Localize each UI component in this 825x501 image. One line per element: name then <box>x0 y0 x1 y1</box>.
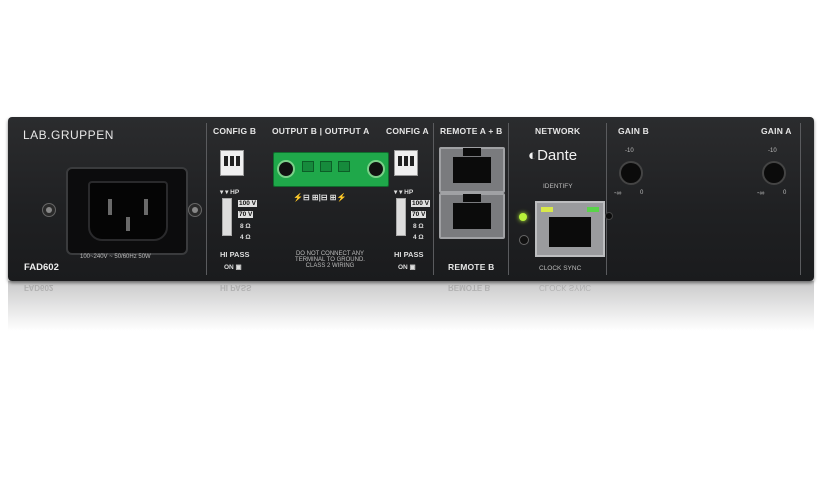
divider <box>508 123 509 275</box>
power-rating: 100~240V ~ 50/60Hz 50W <box>80 254 151 260</box>
reflection-text: REMOTE B <box>448 283 491 292</box>
power-pin <box>144 199 148 215</box>
config-a-hp-label: ▾ ▾ HP <box>394 189 414 196</box>
config-b-hp-label: ▾ ▾ HP <box>220 189 240 196</box>
reset-pinhole[interactable] <box>605 212 613 220</box>
panel-reflection: FAD602 HI PASS REMOTE B CLOCK SYNC <box>8 281 814 331</box>
dante-logo: ◐Dante <box>528 147 578 164</box>
terminal-slot <box>320 161 332 172</box>
divider <box>433 123 434 275</box>
gain-a-title: GAIN A <box>761 126 792 136</box>
remote-b-label: REMOTE B <box>448 262 495 272</box>
config-a-100v: 100 V <box>411 200 430 207</box>
output-title: OUTPUT B | OUTPUT A <box>272 126 370 136</box>
network-port[interactable] <box>535 201 605 257</box>
config-b-mode-switch[interactable] <box>222 198 232 236</box>
gain-b-zero: 0 <box>640 190 644 196</box>
power-inlet[interactable] <box>66 167 188 255</box>
clock-sync-label: CLOCK SYNC <box>539 265 582 272</box>
ground-pin <box>126 217 130 231</box>
reflection-text: FAD602 <box>24 283 54 292</box>
gain-a-min: -∞ <box>757 190 765 197</box>
network-title: NETWORK <box>535 126 581 136</box>
config-b-dip-switch[interactable] <box>220 150 244 176</box>
remote-ab-title: REMOTE A + B <box>440 126 503 136</box>
gain-b-min: -∞ <box>614 190 622 197</box>
terminal-screw <box>277 160 295 178</box>
reflection-text: CLOCK SYNC <box>539 283 592 292</box>
gain-a-zero: 0 <box>783 190 787 196</box>
identify-button[interactable] <box>519 235 529 245</box>
identify-label: IDENTIFY <box>543 183 573 190</box>
terminal-slot <box>338 161 350 172</box>
divider <box>206 123 207 275</box>
config-a-70v: 70 V <box>411 211 427 218</box>
power-pin <box>108 199 112 215</box>
config-a-mode-switch[interactable] <box>396 198 406 236</box>
config-a-hi-pass: HI PASS <box>394 250 424 259</box>
network-port-socket <box>549 217 591 247</box>
output-warning: DO NOT CONNECT ANY TERMINAL TO GROUND. C… <box>295 251 365 269</box>
gain-a-max: -10 <box>768 148 777 154</box>
config-a-dip-switch[interactable] <box>394 150 418 176</box>
config-b-100v: 100 V <box>238 200 257 207</box>
gain-a-knob[interactable] <box>762 161 786 185</box>
terminal-screw <box>367 160 385 178</box>
power-inlet-socket <box>88 181 168 241</box>
config-b-8ohm: 8 Ω <box>240 223 251 230</box>
dante-icon: ◐ <box>528 147 538 164</box>
mounting-screw-left <box>42 203 56 217</box>
gain-b-knob[interactable] <box>619 161 643 185</box>
config-b-title: CONFIG B <box>213 126 257 136</box>
config-b-70v: 70 V <box>238 211 254 218</box>
terminal-slot <box>302 161 314 172</box>
model-label: FAD602 <box>24 262 59 273</box>
reflection-text: HI PASS <box>220 283 252 292</box>
brand-logo: LAB.GRUPPEN <box>23 128 114 142</box>
divider <box>800 123 801 275</box>
config-a-title: CONFIG A <box>386 126 429 136</box>
config-b-4ohm: 4 Ω <box>240 234 251 241</box>
divider <box>606 123 607 275</box>
gain-b-max: -10 <box>625 148 634 154</box>
rear-panel: LAB.GRUPPEN FAD602 100~240V ~ 50/60Hz 50… <box>8 117 814 281</box>
activity-led <box>587 207 599 212</box>
gain-b-title: GAIN B <box>618 126 649 136</box>
link-led <box>541 207 553 212</box>
identify-led <box>519 213 527 221</box>
config-a-8ohm: 8 Ω <box>413 223 424 230</box>
remote-b-port[interactable] <box>439 193 505 239</box>
output-polarity: ⚡⊟ ⊞|⊟ ⊞⚡ <box>293 193 347 202</box>
config-b-on: ON ▣ <box>224 264 242 271</box>
config-a-on: ON ▣ <box>398 264 416 271</box>
config-a-4ohm: 4 Ω <box>413 234 424 241</box>
remote-a-port[interactable] <box>439 147 505 193</box>
config-b-hi-pass: HI PASS <box>220 250 250 259</box>
mounting-screw-right <box>188 203 202 217</box>
speaker-output-terminal[interactable] <box>273 152 389 187</box>
